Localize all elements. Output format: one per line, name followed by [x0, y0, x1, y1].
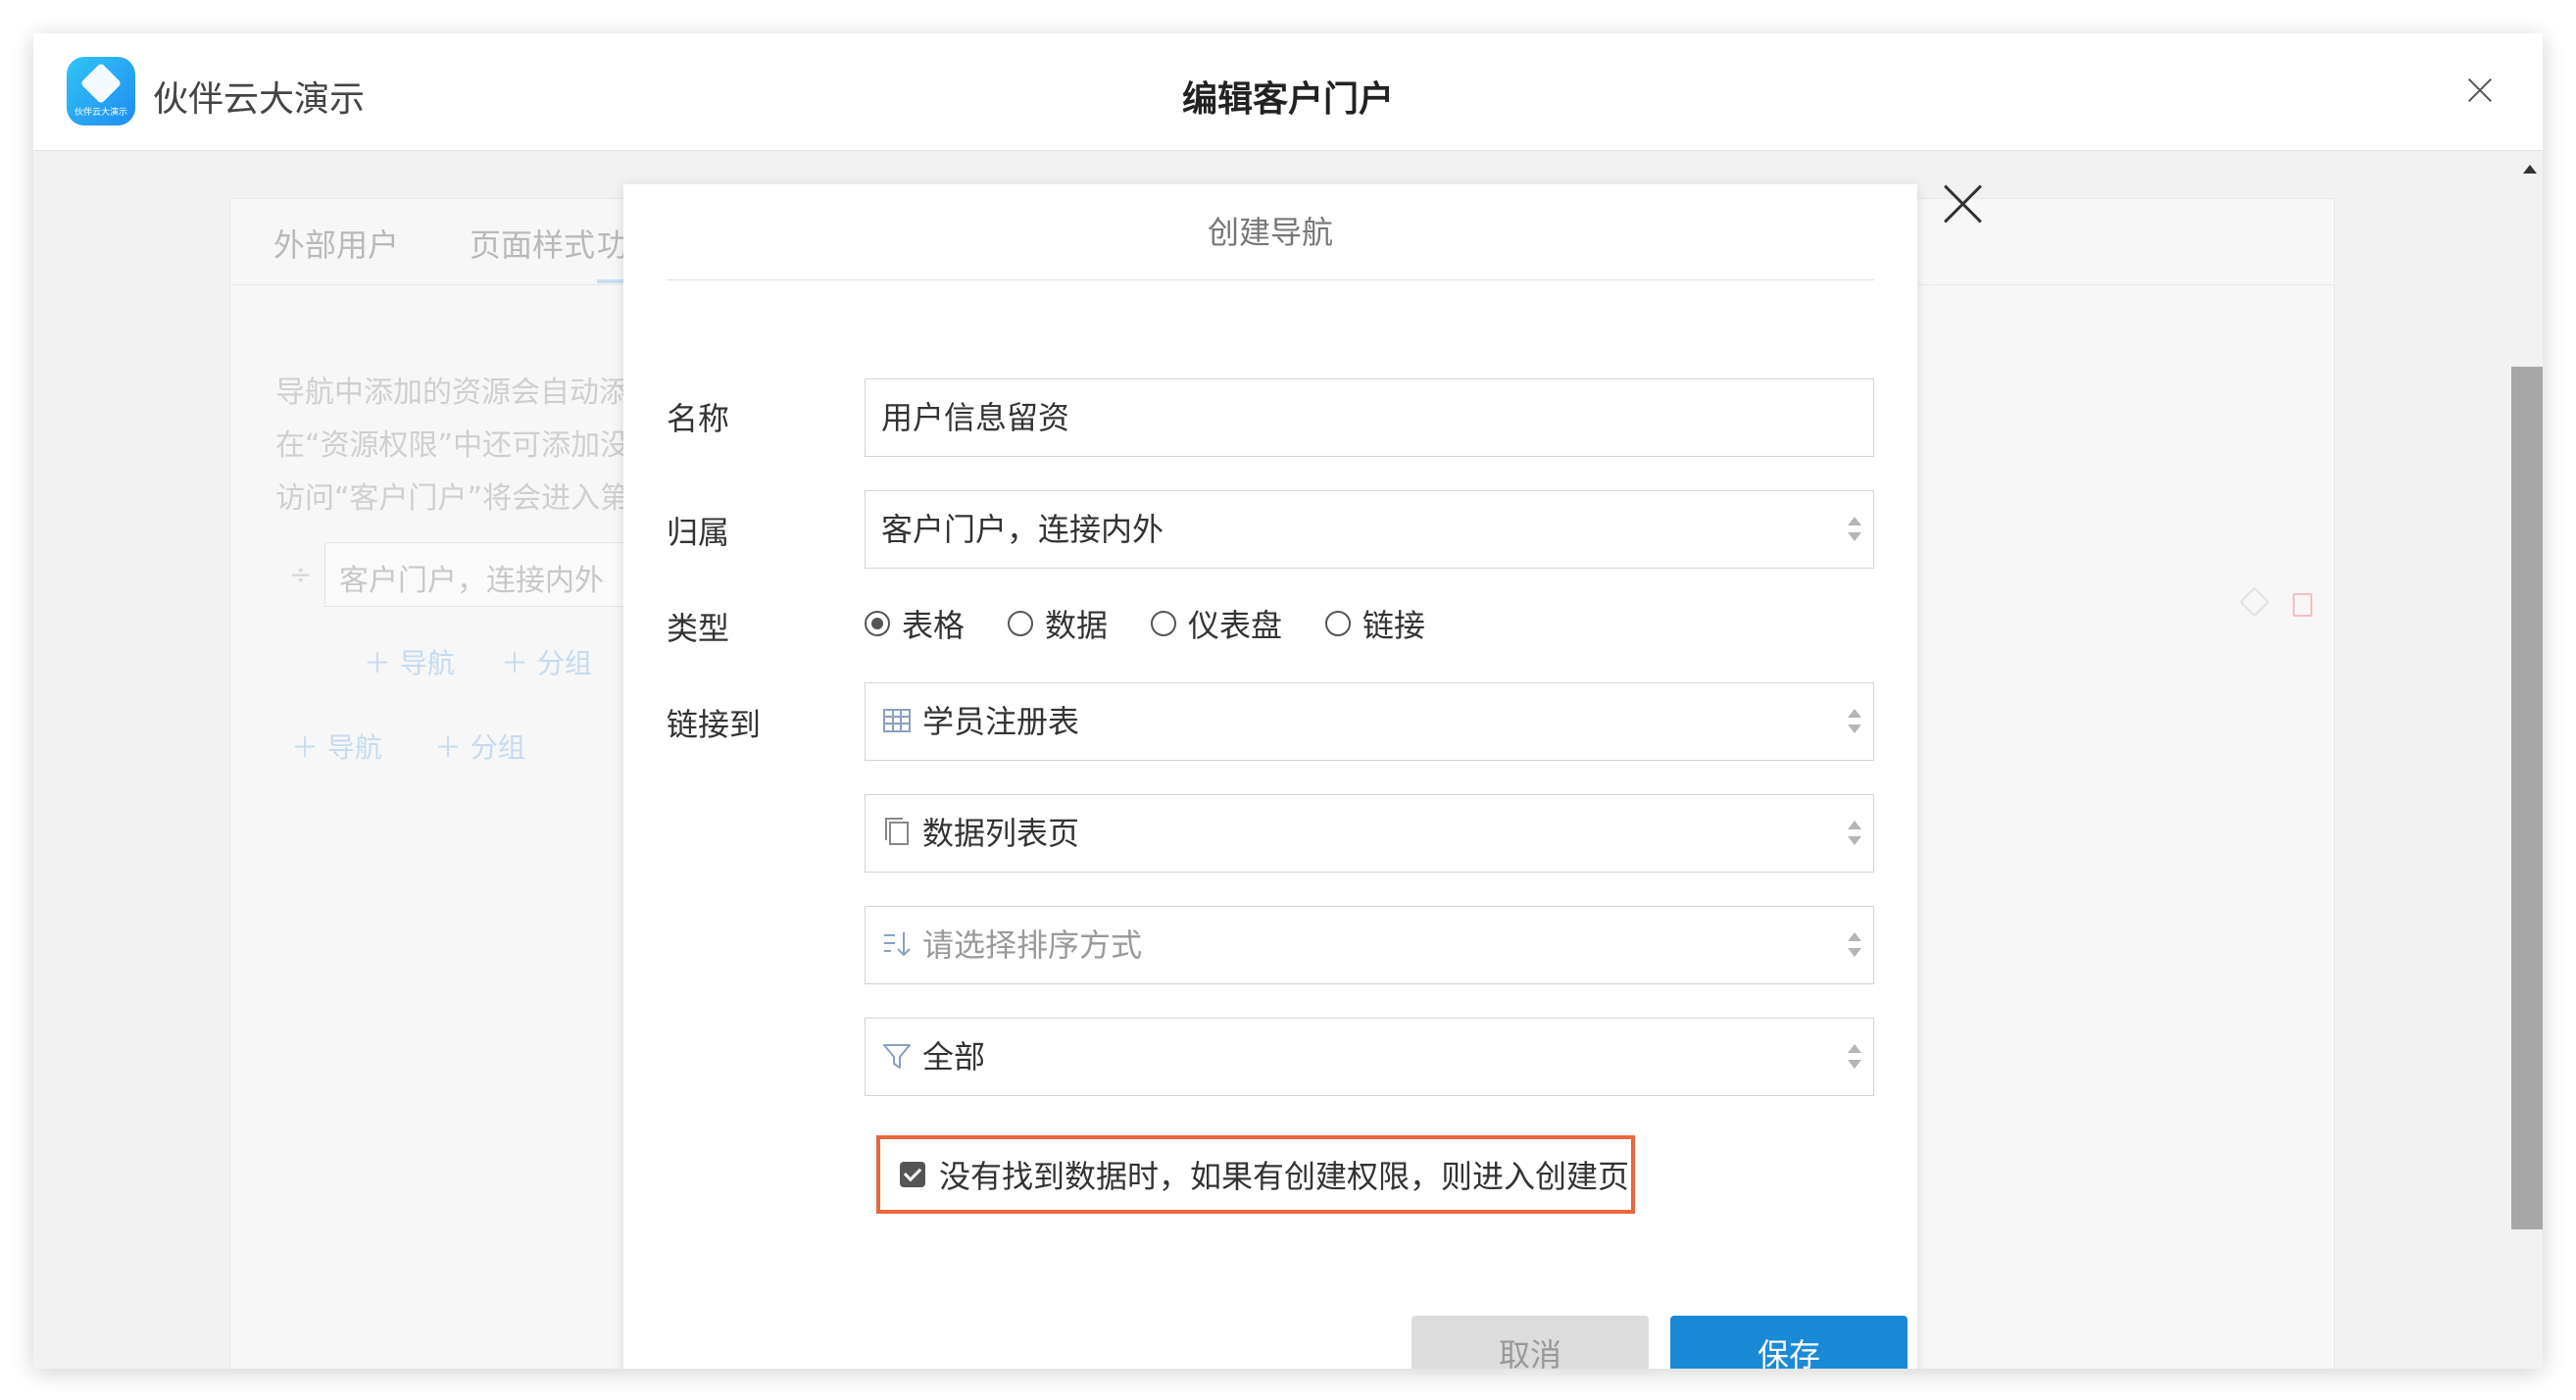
belongs-select[interactable]: 客户门户，连接内外	[865, 490, 1874, 569]
scrollbar-thumb[interactable]	[2511, 367, 2543, 1229]
background-nav-item: 客户门户，连接内外	[324, 542, 638, 607]
sort-placeholder: 请选择排序方式	[922, 926, 1143, 964]
filter-icon	[883, 1044, 911, 1069]
belongs-select-value: 客户门户，连接内外	[881, 511, 1164, 548]
background-description-line: 在“资源权限”中还可添加没	[275, 428, 630, 463]
background-add-nav: ＋ 导航	[364, 647, 455, 679]
type-radio-label: 数据	[1045, 607, 1109, 644]
link-page-value: 数据列表页	[922, 815, 1080, 852]
tab-page-style: 页面样式	[470, 226, 596, 264]
link-table-value: 学员注册表	[922, 703, 1080, 740]
edit-icon	[2239, 586, 2270, 618]
link-to-label: 链接到	[667, 706, 762, 743]
radio-unchecked-icon	[1008, 611, 1034, 636]
background-description-line: 导航中添加的资源会自动添	[275, 375, 628, 410]
background-add-nav: ＋ 导航	[291, 731, 382, 764]
table-icon	[883, 709, 911, 732]
app-window: 伙伴云大演示 伙伴云大演示 编辑客户门户 外部用户 页面样式 功 导航中添加的资…	[33, 33, 2543, 1369]
trash-icon	[2293, 593, 2312, 617]
sort-select[interactable]: 请选择排序方式	[865, 906, 1874, 984]
create-page-option[interactable]: 没有找到数据时，如果有创建权限，则进入创建页	[876, 1135, 1635, 1214]
filter-select[interactable]: 全部	[865, 1018, 1874, 1096]
background-description-line: 访问“客户门户”将会进入第	[275, 481, 630, 516]
scroll-up-arrow-icon[interactable]	[2523, 165, 2537, 174]
link-page-select[interactable]: 数据列表页	[865, 794, 1874, 873]
modal-close-icon[interactable]	[1941, 182, 1984, 225]
select-arrows-icon	[1848, 1040, 1861, 1074]
select-arrows-icon	[1848, 513, 1861, 546]
cancel-button[interactable]: 取消	[1412, 1316, 1649, 1369]
save-button[interactable]: 保存	[1670, 1316, 1907, 1369]
create-navigation-modal: 创建导航 名称 用户信息留资 归属 客户门户，连接内外 类型 表格 数据 仪表盘	[623, 184, 1917, 1369]
select-arrows-icon	[1848, 928, 1861, 962]
radio-unchecked-icon	[1325, 611, 1352, 636]
window-close-icon[interactable]	[2460, 71, 2500, 110]
type-radio-group: 表格 数据 仪表盘 链接	[865, 601, 1468, 646]
page-copy-icon	[885, 818, 909, 845]
belongs-label: 归属	[667, 514, 730, 551]
sort-icon	[884, 932, 911, 957]
type-label: 类型	[667, 610, 730, 647]
type-radio-label: 链接	[1362, 607, 1426, 644]
name-label: 名称	[667, 400, 730, 437]
name-input[interactable]: 用户信息留资	[865, 378, 1874, 457]
filter-value: 全部	[922, 1038, 986, 1075]
title-bar: 伙伴云大演示 伙伴云大演示 编辑客户门户	[33, 33, 2543, 151]
modal-title: 创建导航	[667, 184, 1874, 280]
type-radio-label: 仪表盘	[1188, 607, 1283, 644]
tab-external-users: 外部用户	[273, 226, 400, 264]
type-radio-data[interactable]: 数据	[1008, 601, 1108, 646]
type-radio-link[interactable]: 链接	[1325, 601, 1425, 646]
create-page-option-label: 没有找到数据时，如果有创建权限，则进入创建页	[939, 1158, 1630, 1195]
background-add-group: ＋ 分组	[434, 731, 525, 764]
name-input-value: 用户信息留资	[881, 399, 1070, 436]
radio-checked-icon	[865, 611, 890, 636]
active-tab-indicator	[597, 279, 626, 283]
select-arrows-icon	[1848, 705, 1861, 738]
select-arrows-icon	[1848, 817, 1861, 850]
window-title: 编辑客户门户	[1181, 79, 1394, 120]
link-table-select[interactable]: 学员注册表	[865, 682, 1874, 761]
checkbox-checked-icon[interactable]	[900, 1162, 925, 1187]
type-radio-table[interactable]: 表格	[865, 601, 965, 646]
radio-unchecked-icon	[1151, 611, 1177, 636]
type-radio-dashboard[interactable]: 仪表盘	[1151, 601, 1282, 646]
drag-handle-icon: ÷	[289, 558, 313, 590]
type-radio-label: 表格	[902, 607, 966, 644]
background-add-group: ＋ 分组	[501, 647, 592, 679]
